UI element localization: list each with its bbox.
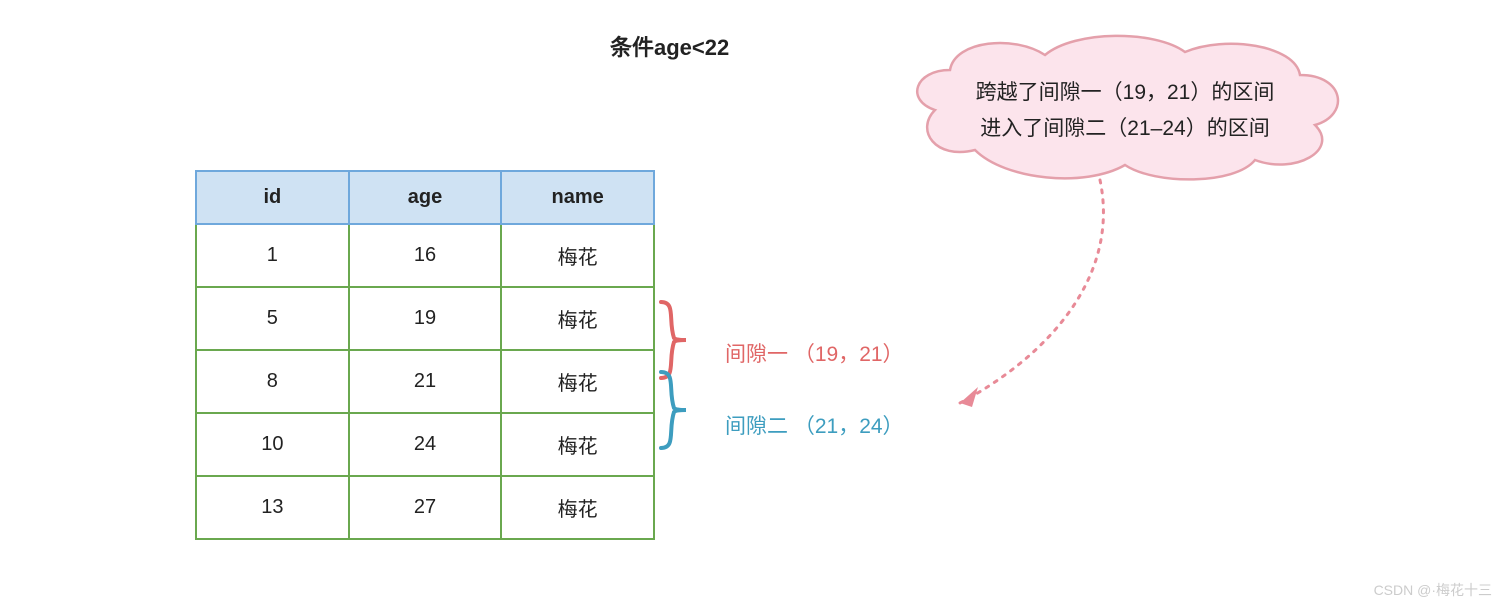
cell: 1 bbox=[196, 224, 349, 287]
table-row: 10 24 梅花 bbox=[196, 413, 654, 476]
arrow-cloud-to-gap-icon bbox=[900, 175, 1160, 435]
gap2-label: 间隙二 （21，24） bbox=[725, 410, 904, 440]
cell: 13 bbox=[196, 476, 349, 539]
cell: 16 bbox=[349, 224, 502, 287]
cell: 21 bbox=[349, 350, 502, 413]
data-table: id age name 1 16 梅花 5 19 梅花 8 21 梅花 10 bbox=[195, 170, 655, 540]
cloud-text: 跨越了间隙一（19，21）的区间 进入了间隙二（21–24）的区间 bbox=[945, 75, 1305, 146]
brace-gap1-icon bbox=[656, 300, 696, 380]
cell: 梅花 bbox=[501, 413, 654, 476]
table-row: 5 19 梅花 bbox=[196, 287, 654, 350]
gap1-label: 间隙一 （19，21） bbox=[725, 338, 904, 368]
cell: 8 bbox=[196, 350, 349, 413]
cell: 5 bbox=[196, 287, 349, 350]
cell: 梅花 bbox=[501, 476, 654, 539]
cell: 梅花 bbox=[501, 224, 654, 287]
table-header-row: id age name bbox=[196, 171, 654, 224]
brace-gap2-icon bbox=[656, 370, 696, 450]
cell: 梅花 bbox=[501, 350, 654, 413]
cell: 24 bbox=[349, 413, 502, 476]
cell: 27 bbox=[349, 476, 502, 539]
cell: 梅花 bbox=[501, 287, 654, 350]
col-id: id bbox=[196, 171, 349, 224]
page-title: 条件age<22 bbox=[610, 30, 729, 62]
cell: 19 bbox=[349, 287, 502, 350]
col-name: name bbox=[501, 171, 654, 224]
col-age: age bbox=[349, 171, 502, 224]
cloud-line2: 进入了间隙二（21–24）的区间 bbox=[945, 111, 1305, 147]
cloud-callout: 跨越了间隙一（19，21）的区间 进入了间隙二（21–24）的区间 bbox=[895, 30, 1355, 190]
table-row: 1 16 梅花 bbox=[196, 224, 654, 287]
cloud-line1: 跨越了间隙一（19，21）的区间 bbox=[945, 75, 1305, 111]
cell: 10 bbox=[196, 413, 349, 476]
watermark: CSDN @·梅花十三 bbox=[1374, 580, 1492, 600]
table-row: 13 27 梅花 bbox=[196, 476, 654, 539]
table-row: 8 21 梅花 bbox=[196, 350, 654, 413]
